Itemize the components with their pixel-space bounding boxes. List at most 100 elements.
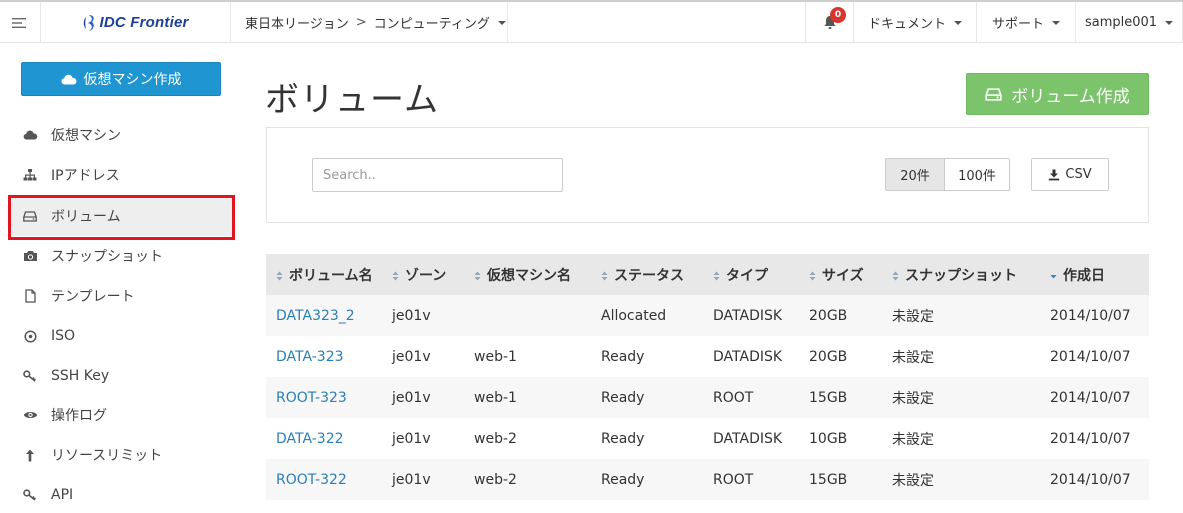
sidebar-item-resource-limit[interactable]: リソースリミット: [8, 435, 234, 475]
column-header-snapshot[interactable]: スナップショット: [892, 254, 1050, 295]
network-icon: [22, 167, 38, 183]
sort-icon: [474, 271, 481, 280]
volume-name-link[interactable]: ROOT-322: [276, 472, 347, 488]
created-cell: 2014/10/07: [1050, 336, 1149, 377]
sidebar-item-label: リソースリミット: [51, 448, 163, 464]
table-row[interactable]: ROOT-323 je01v web-1 Ready ROOT 15GB 未設定…: [266, 377, 1149, 418]
sort-icon: [809, 271, 816, 280]
notifications-button[interactable]: 0: [805, 2, 854, 43]
sidebar-item-label: 仮想マシン: [51, 128, 121, 144]
header-label: スナップショット: [905, 267, 1017, 284]
zone-cell: je01v: [392, 459, 474, 500]
logo[interactable]: IDC Frontier: [41, 2, 231, 43]
volume-name-link[interactable]: DATA-322: [276, 431, 344, 447]
column-header-type[interactable]: タイプ: [713, 254, 809, 295]
sort-icon: [713, 271, 720, 280]
key-icon: [22, 368, 38, 384]
vm-name-cell: web-1: [474, 377, 601, 418]
table-row[interactable]: ROOT-322 je01v web-2 Ready ROOT 15GB 未設定…: [266, 459, 1149, 500]
sidebar-item-api[interactable]: API: [8, 475, 234, 513]
sidebar-item-ip-address[interactable]: IPアドレス: [8, 155, 234, 195]
chevron-down-icon: [497, 20, 506, 25]
zone-cell: je01v: [392, 377, 474, 418]
snapshot-cell: 未設定: [892, 377, 1050, 418]
zone-cell: je01v: [392, 295, 474, 336]
vm-name-cell: web-2: [474, 418, 601, 459]
download-icon: [1049, 169, 1060, 180]
column-header-zone[interactable]: ゾーン: [392, 254, 474, 295]
size-cell: 15GB: [809, 377, 892, 418]
upload-icon: [22, 447, 38, 463]
type-cell: DATADISK: [713, 336, 809, 377]
status-cell: Ready: [601, 418, 713, 459]
column-header-size[interactable]: サイズ: [809, 254, 892, 295]
menu-toggle-button[interactable]: [0, 2, 41, 43]
notification-badge: 0: [830, 7, 846, 23]
created-cell: 2014/10/07: [1050, 295, 1149, 336]
created-cell: 2014/10/07: [1050, 418, 1149, 459]
breadcrumb-service[interactable]: コンピューティング: [374, 13, 490, 32]
support-label: サポート: [991, 17, 1044, 32]
size-cell: 15GB: [809, 459, 892, 500]
sort-icon: [276, 271, 283, 280]
filter-panel: 20件 100件 CSV: [266, 127, 1149, 223]
disc-icon: [22, 328, 38, 344]
sidebar-item-label: 操作ログ: [51, 408, 107, 424]
vm-name-cell: web-1: [474, 336, 601, 377]
highlight-annotation: [8, 195, 235, 240]
drive-icon: [985, 87, 1002, 101]
sort-icon: [392, 271, 399, 280]
search-input[interactable]: [312, 158, 563, 192]
snapshot-cell: 未設定: [892, 295, 1050, 336]
sidebar-item-snapshot[interactable]: スナップショット: [8, 236, 234, 276]
sidebar-item-label: スナップショット: [51, 249, 163, 265]
create-volume-label: ボリューム作成: [1011, 86, 1130, 107]
user-menu[interactable]: sample001: [1076, 2, 1183, 43]
table-row[interactable]: DATA323_2 je01v Allocated DATADISK 20GB …: [266, 295, 1149, 336]
vm-name-cell: web-2: [474, 459, 601, 500]
header-label: ゾーン: [405, 267, 447, 284]
chevron-down-icon: [1165, 20, 1174, 25]
column-header-status[interactable]: ステータス: [601, 254, 713, 295]
sidebar-item-operation-log[interactable]: 操作ログ: [8, 395, 234, 435]
volume-name-link[interactable]: DATA323_2: [276, 308, 355, 324]
created-cell: 2014/10/07: [1050, 377, 1149, 418]
header-label: ボリューム名: [289, 267, 373, 284]
column-header-volume-name[interactable]: ボリューム名: [266, 254, 392, 295]
breadcrumb[interactable]: 東日本リージョン > コンピューティング: [231, 2, 508, 43]
key-icon: [22, 487, 38, 503]
csv-label: CSV: [1065, 167, 1092, 182]
size-cell: 20GB: [809, 336, 892, 377]
volume-name-link[interactable]: DATA-323: [276, 349, 344, 365]
status-cell: Allocated: [601, 295, 713, 336]
eye-icon: [22, 407, 38, 423]
table-row[interactable]: DATA-322 je01v web-2 Ready DATADISK 10GB…: [266, 418, 1149, 459]
create-vm-button[interactable]: 仮想マシン作成: [21, 62, 221, 96]
user-label: sample001: [1084, 15, 1158, 30]
support-menu[interactable]: サポート: [977, 2, 1076, 43]
create-volume-button[interactable]: ボリューム作成: [966, 73, 1149, 115]
volume-name-link[interactable]: ROOT-323: [276, 390, 347, 406]
sidebar-item-iso[interactable]: ISO: [8, 316, 234, 356]
zone-cell: je01v: [392, 418, 474, 459]
size-cell: 20GB: [809, 295, 892, 336]
column-header-vm-name[interactable]: 仮想マシン名: [474, 254, 601, 295]
volume-table: ボリューム名 ゾーン 仮想マシン名 ステータス タイプ サイズ スナップショット…: [266, 254, 1149, 500]
sort-icon: [892, 271, 899, 280]
sort-desc-icon: [1050, 274, 1057, 278]
type-cell: ROOT: [713, 377, 809, 418]
sidebar-item-template[interactable]: テンプレート: [8, 276, 234, 316]
documents-menu[interactable]: ドキュメント: [854, 2, 977, 43]
column-header-created[interactable]: 作成日: [1050, 254, 1149, 295]
breadcrumb-region[interactable]: 東日本リージョン: [245, 13, 349, 32]
csv-download-button[interactable]: CSV: [1031, 158, 1109, 191]
cloud-icon: [61, 74, 76, 84]
table-row[interactable]: DATA-323 je01v web-1 Ready DATADISK 20GB…: [266, 336, 1149, 377]
page-size-100-button[interactable]: 100件: [944, 158, 1010, 191]
page-size-20-button[interactable]: 20件: [885, 158, 945, 191]
header-label: タイプ: [726, 267, 768, 284]
snapshot-cell: 未設定: [892, 418, 1050, 459]
sidebar-item-ssh-key[interactable]: SSH Key: [8, 356, 234, 396]
cloud-icon: [22, 127, 38, 143]
sidebar-item-vm[interactable]: 仮想マシン: [8, 115, 234, 155]
